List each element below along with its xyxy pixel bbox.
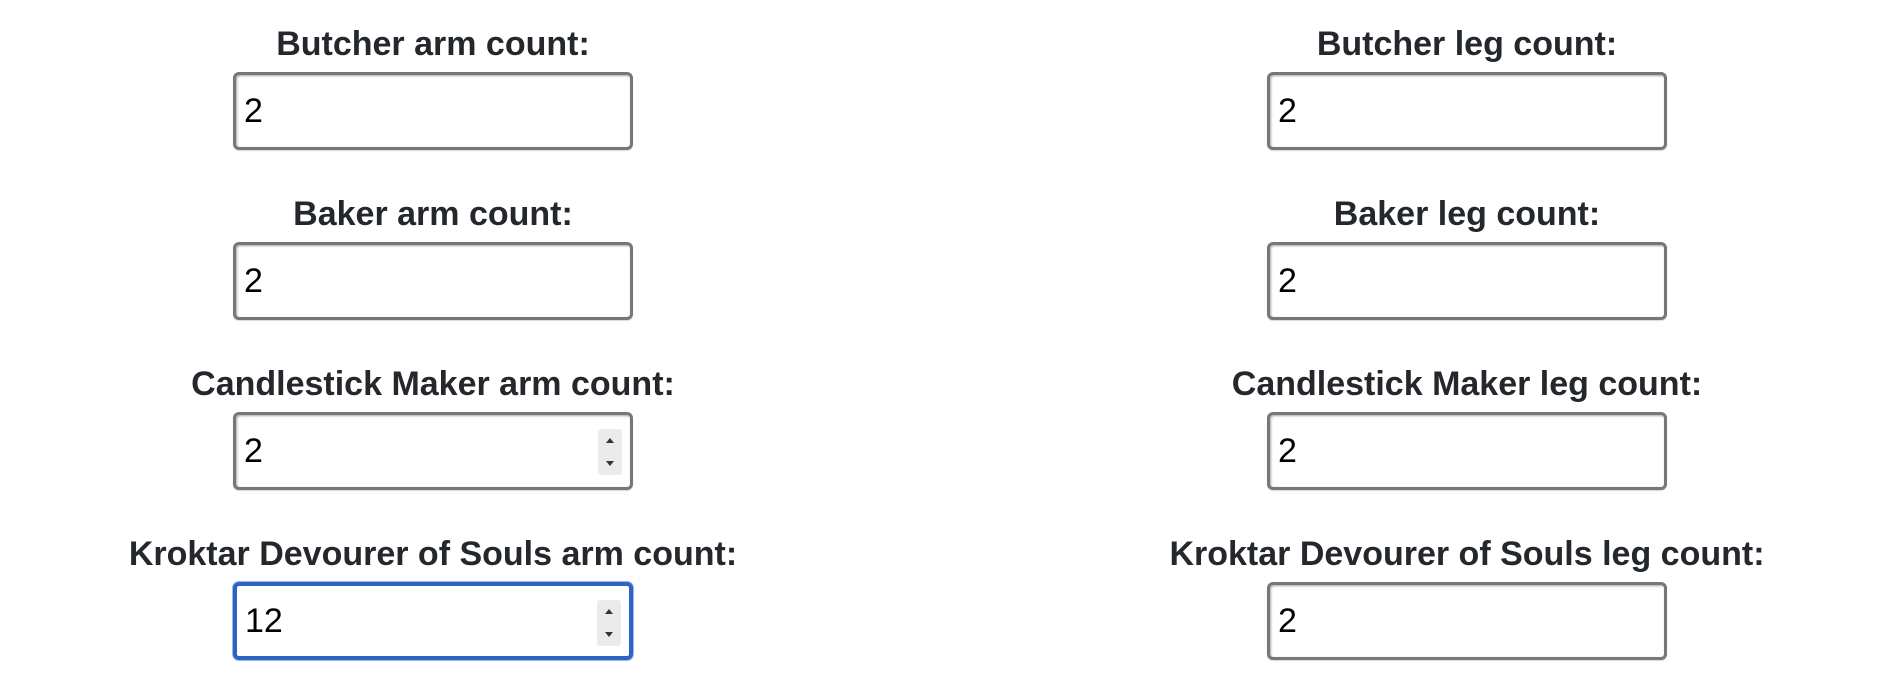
butcher-leg-input-box[interactable]: [1267, 72, 1667, 150]
chevron-up-icon: [605, 609, 613, 614]
candlestick-maker-leg-input-box[interactable]: [1267, 412, 1667, 490]
baker-arm-field: Baker arm count:: [53, 170, 813, 330]
candlestick-maker-leg-input[interactable]: [1278, 415, 1618, 487]
chevron-down-icon: [605, 632, 613, 637]
butcher-leg-input[interactable]: [1278, 75, 1618, 147]
butcher-arm-label: Butcher arm count:: [276, 25, 590, 63]
kroktar-leg-label: Kroktar Devourer of Souls leg count:: [1169, 535, 1765, 573]
kroktar-arm-input-box[interactable]: [233, 582, 633, 660]
kroktar-arm-label: Kroktar Devourer of Souls arm count:: [128, 535, 738, 573]
stepper-decrement-button[interactable]: [597, 623, 621, 646]
candlestick-maker-leg-label: Candlestick Maker leg count:: [1231, 365, 1703, 403]
candlestick-maker-arm-stepper[interactable]: [598, 429, 622, 475]
baker-arm-label: Baker arm count:: [293, 195, 573, 233]
kroktar-arm-input[interactable]: [245, 586, 585, 656]
kroktar-arm-stepper[interactable]: [597, 600, 621, 646]
baker-leg-input-box[interactable]: [1267, 242, 1667, 320]
candlestick-maker-leg-field: Candlestick Maker leg count:: [1087, 340, 1847, 500]
baker-leg-input[interactable]: [1278, 245, 1618, 317]
chevron-down-icon: [606, 461, 614, 466]
kroktar-arm-field: Kroktar Devourer of Souls arm count:: [53, 510, 813, 670]
candlestick-maker-arm-field: Candlestick Maker arm count:: [53, 340, 813, 500]
baker-leg-field: Baker leg count:: [1087, 170, 1847, 330]
chevron-up-icon: [606, 438, 614, 443]
stepper-decrement-button[interactable]: [598, 452, 622, 475]
kroktar-leg-input[interactable]: [1278, 585, 1618, 657]
kroktar-leg-field: Kroktar Devourer of Souls leg count:: [1087, 510, 1847, 670]
stepper-increment-button[interactable]: [598, 429, 622, 452]
butcher-leg-label: Butcher leg count:: [1316, 25, 1618, 63]
baker-arm-input[interactable]: [244, 245, 584, 317]
candlestick-maker-arm-input-box[interactable]: [233, 412, 633, 490]
stepper-increment-button[interactable]: [597, 600, 621, 623]
candlestick-maker-arm-input[interactable]: [244, 415, 584, 487]
baker-arm-input-box[interactable]: [233, 242, 633, 320]
butcher-arm-input-box[interactable]: [233, 72, 633, 150]
butcher-leg-field: Butcher leg count:: [1087, 0, 1847, 160]
baker-leg-label: Baker leg count:: [1333, 195, 1601, 233]
butcher-arm-input[interactable]: [244, 75, 584, 147]
kroktar-leg-input-box[interactable]: [1267, 582, 1667, 660]
candlestick-maker-arm-label: Candlestick Maker arm count:: [191, 365, 675, 403]
butcher-arm-field: Butcher arm count:: [53, 0, 813, 160]
